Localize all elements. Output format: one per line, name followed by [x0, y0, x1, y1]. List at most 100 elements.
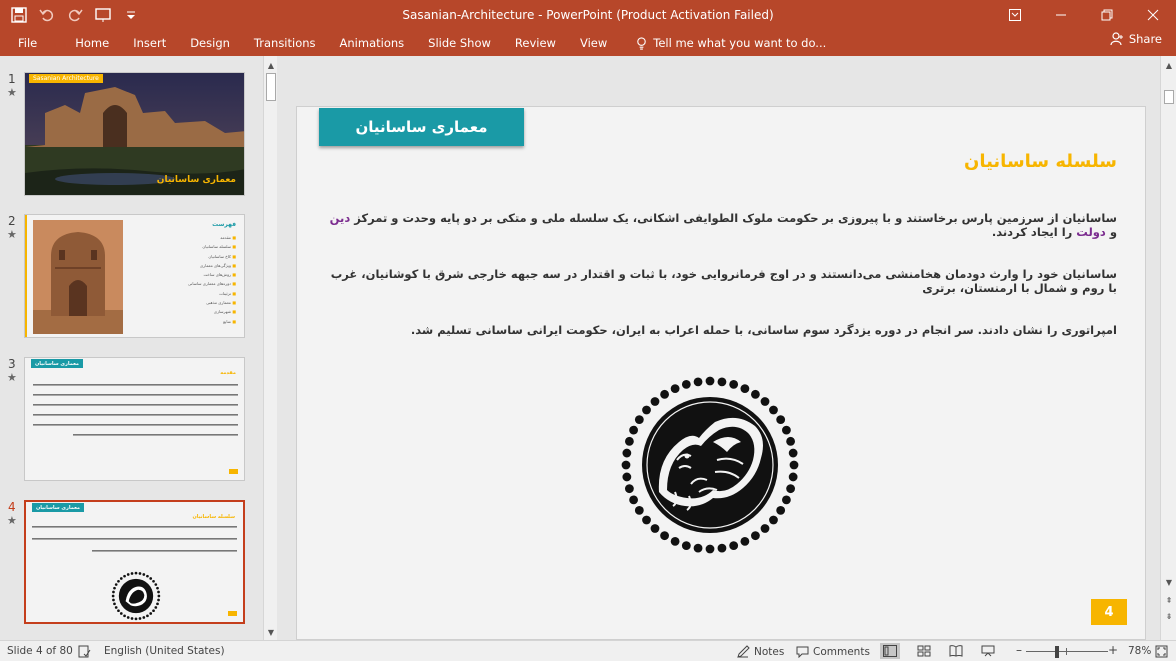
emblem-pearl: [705, 376, 715, 386]
thumbnail-image[interactable]: معماری ساسانیان مقدمه: [24, 357, 245, 481]
restore-button[interactable]: [1084, 0, 1130, 30]
zoom-thumb[interactable]: [1055, 646, 1059, 658]
tab-animations[interactable]: Animations: [328, 33, 417, 53]
projector-icon: [981, 645, 995, 657]
minimize-button[interactable]: [1038, 0, 1084, 30]
tab-file[interactable]: File: [0, 33, 63, 53]
emblem-pearl: [760, 524, 770, 533]
thumbnail-number: 2: [8, 214, 16, 228]
zoom-level[interactable]: 78%: [1128, 645, 1151, 657]
tell-me-box[interactable]: Tell me what you want to do...: [623, 33, 838, 53]
tab-design[interactable]: Design: [178, 33, 242, 53]
slide-title[interactable]: معماری ساسانیان: [319, 108, 524, 146]
emblem-pearl: [629, 495, 638, 505]
emblem-pearl: [117, 609, 120, 613]
person-icon: [1110, 32, 1123, 46]
book-icon: [949, 645, 963, 657]
slide-heading[interactable]: سلسله ساسانیان: [964, 151, 1117, 172]
accent-bar: [25, 215, 27, 337]
emblem-pearl: [788, 448, 798, 458]
slideshow-view-button[interactable]: [978, 643, 998, 659]
close-button[interactable]: [1130, 0, 1176, 30]
previous-slide-button[interactable]: ⇞: [1163, 594, 1175, 606]
share-button[interactable]: Share: [1110, 32, 1162, 46]
slide-paragraph-2[interactable]: ساسانیان خود را وارث دودمان هخامنشی می‌د…: [327, 267, 1117, 295]
scroll-up-button[interactable]: ▲: [1163, 59, 1175, 71]
emblem-pearl: [729, 380, 739, 389]
slide-sorter-button[interactable]: [914, 643, 934, 659]
slide-paragraph-1[interactable]: ساسانیان از سرزمین پارس برخاستند و با پی…: [327, 211, 1117, 239]
emblem-pearl: [138, 617, 142, 620]
emblem-pearl: [670, 537, 680, 546]
thumbnails-scrollbar[interactable]: ▲ ▼: [263, 56, 277, 640]
emblem-pearl: [621, 460, 631, 470]
emblem-pearl: [681, 541, 691, 550]
scroll-up-button[interactable]: ▲: [265, 59, 277, 71]
tab-slide-show[interactable]: Slide Show: [416, 33, 503, 53]
tab-view[interactable]: View: [568, 33, 619, 53]
scroll-down-button[interactable]: ▼: [265, 626, 277, 638]
fit-slide-button[interactable]: [1155, 645, 1168, 658]
zoom-slider[interactable]: – +: [1016, 643, 1118, 658]
thumbnail-image[interactable]: فهرست ■ مقدمه ■ سلسله ساسانیان ■ کاخ ساس…: [24, 214, 245, 338]
next-slide-button[interactable]: ⇟: [1163, 610, 1175, 622]
emblem-pearl: [634, 506, 644, 515]
zoom-out-button[interactable]: –: [1016, 643, 1022, 657]
slide-scrollbar[interactable]: ▲ ▼ ⇞ ⇟: [1160, 56, 1176, 640]
scroll-thumb[interactable]: [1164, 90, 1174, 104]
notes-button[interactable]: Notes: [737, 645, 784, 658]
emblem-pearl: [126, 616, 130, 619]
emblem-pearl: [751, 389, 760, 399]
sasanian-simurgh-emblem-icon[interactable]: [617, 372, 803, 558]
emblem-pearl: [650, 524, 660, 533]
toc-item: ■ تزئینات: [219, 290, 236, 296]
zoom-in-button[interactable]: +: [1108, 643, 1118, 657]
emblem-pearl: [634, 415, 644, 424]
language-indicator[interactable]: English (United States): [104, 645, 225, 657]
grid-icon: [917, 645, 931, 657]
ribbon-tab-bar: File Home Insert Design Transitions Anim…: [0, 30, 1176, 56]
emblem-pearl: [113, 586, 116, 590]
toc-item: ■ کاخ ساسانیان: [208, 253, 236, 259]
tab-transitions[interactable]: Transitions: [242, 33, 328, 53]
emblem-pearl: [149, 577, 153, 580]
tab-insert[interactable]: Insert: [121, 33, 178, 53]
thumbnail-image[interactable]: معماری ساسانیان سلسله ساسانیان: [24, 500, 245, 624]
emblem-pearl: [119, 577, 123, 580]
emblem-pearl: [776, 506, 786, 515]
tab-home[interactable]: Home: [63, 33, 121, 53]
scroll-down-button[interactable]: ▼: [1163, 576, 1175, 588]
emblem-pearl: [119, 612, 123, 615]
emblem-pearl: [126, 573, 130, 576]
thumbnail-title: معماری ساسانیان: [156, 175, 236, 185]
tab-review[interactable]: Review: [503, 33, 568, 53]
slide-paragraph-3[interactable]: امپراتوری را نشان دادند. سر انجام در دور…: [327, 323, 1117, 337]
emblem-pearl: [157, 598, 160, 602]
emblem-pearl: [782, 425, 791, 435]
zoom-midpoint-tick: [1066, 648, 1067, 655]
slide-number-badge[interactable]: 4: [1091, 599, 1127, 625]
slide-counter[interactable]: Slide 4 of 80: [7, 645, 73, 657]
scroll-thumb[interactable]: [266, 73, 276, 101]
spell-check-button[interactable]: [78, 645, 91, 658]
toc-item: ■ منابع: [223, 318, 236, 324]
reading-view-button[interactable]: [946, 643, 966, 659]
emblem-pearl: [157, 590, 160, 594]
ribbon-display-options-button[interactable]: [992, 0, 1038, 30]
emblem-pearl: [114, 583, 118, 586]
tell-me-label: Tell me what you want to do...: [653, 36, 827, 50]
emblem-pearl: [154, 583, 158, 586]
emblem-pearl: [769, 515, 778, 525]
thumbnail-label: Sasanian Architecture: [29, 74, 103, 83]
emblem-pearl: [112, 590, 115, 594]
animation-star-icon: ★: [7, 371, 17, 384]
thumbnail-image[interactable]: Sasanian Architecture معماری ساسانیان: [24, 72, 245, 196]
emblem-pearl: [788, 472, 798, 482]
emblem-pearl: [149, 612, 153, 615]
comments-button[interactable]: Comments: [796, 645, 870, 658]
toc-item: ■ سلسله ساسانیان: [202, 244, 236, 250]
current-slide[interactable]: معماری ساسانیان سلسله ساسانیان ساسانیان …: [296, 106, 1146, 640]
restore-icon: [1101, 9, 1113, 21]
emblem-pearl: [740, 384, 750, 393]
normal-view-button[interactable]: [880, 643, 900, 659]
